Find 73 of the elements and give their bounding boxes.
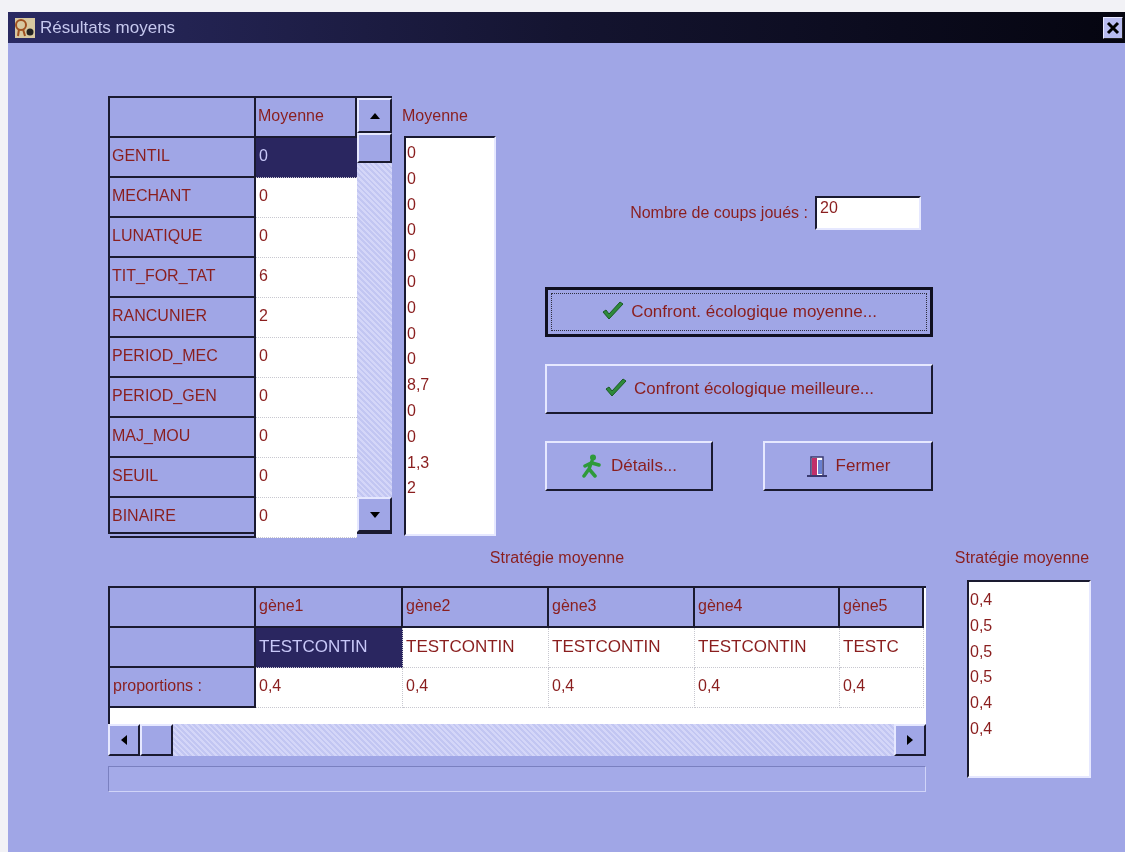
scroll-right-button[interactable]: [894, 724, 926, 756]
list-item: 0: [407, 323, 417, 344]
list-item: 0,5: [970, 641, 994, 662]
section-label: Stratégie moyenne: [488, 548, 626, 568]
table-cell[interactable]: 0,4: [403, 668, 549, 708]
triangle-right-icon: [905, 734, 915, 746]
close-icon: [1106, 20, 1120, 35]
triangle-down-icon: [368, 509, 381, 520]
table-cell[interactable]: 0: [256, 138, 357, 178]
table-cell[interactable]: 0: [256, 458, 357, 498]
table-cell[interactable]: 0,4: [256, 668, 403, 708]
horizontal-scrollbar[interactable]: [108, 724, 926, 756]
table-cell[interactable]: 0,4: [840, 668, 924, 708]
list-label: Moyenne: [402, 106, 468, 126]
scroll-thumb[interactable]: [140, 724, 173, 756]
table-cell[interactable]: 0: [256, 418, 357, 458]
column-header: gène5: [840, 588, 924, 628]
list-item: 0: [407, 194, 417, 215]
row-header: proportions :: [110, 668, 256, 708]
value-list[interactable]: 0 0 0 0 0 0 0 0 0 8,7 0 0 1,3 2: [404, 136, 496, 536]
table-cell[interactable]: TESTC: [840, 628, 924, 668]
column-header: gène1: [256, 588, 403, 628]
table-cell[interactable]: 6: [256, 258, 357, 298]
list-item: 0,4: [970, 590, 994, 610]
list-item: 0,4: [970, 693, 994, 714]
table-cell[interactable]: TESTCONTIN: [549, 628, 695, 668]
table-cell[interactable]: 0: [256, 378, 357, 418]
action-button[interactable]: Confront écologique meilleure...: [545, 364, 933, 414]
value-list[interactable]: 0,4 0,5 0,5 0,5 0,4 0,4: [967, 580, 1091, 778]
list-item: 0: [407, 168, 417, 189]
action-button[interactable]: Confront. écologique moyenne...: [545, 287, 933, 337]
column-header: gène2: [403, 588, 549, 628]
list-item: 8,7: [407, 375, 431, 396]
list-item: 0: [407, 426, 417, 447]
field-label: Nombre de coups joués :: [630, 204, 808, 222]
column-header: gène4: [695, 588, 840, 628]
list-item: 0: [407, 349, 417, 370]
table-cell[interactable]: 0,4: [549, 668, 695, 708]
table-cell[interactable]: 2: [256, 298, 357, 338]
scroll-left-button[interactable]: [108, 724, 140, 756]
list-item: 0,5: [970, 615, 994, 636]
list-label: Stratégie moyenne: [954, 548, 1090, 568]
table-cell[interactable]: 0,4: [695, 668, 840, 708]
list-item: 0: [407, 246, 417, 267]
action-button[interactable]: Fermer: [763, 441, 933, 491]
vertical-scrollbar[interactable]: [357, 98, 392, 532]
scroll-thumb[interactable]: [357, 133, 392, 163]
list-item: 2: [407, 478, 417, 499]
window-title: Résultats moyens: [40, 17, 177, 38]
column-header: gène3: [549, 588, 695, 628]
list-item: 0: [407, 297, 417, 318]
table-cell[interactable]: 0: [256, 498, 357, 538]
table-cell[interactable]: TESTCONTIN: [256, 628, 403, 668]
table-cell[interactable]: 0: [256, 178, 357, 218]
table-cell[interactable]: TESTCONTIN: [695, 628, 840, 668]
action-button[interactable]: Détails...: [545, 441, 713, 491]
table-cell[interactable]: 0: [256, 218, 357, 258]
close-button[interactable]: [1103, 16, 1123, 39]
door-icon: [805, 454, 830, 478]
scroll-up-button[interactable]: [357, 98, 392, 133]
app-icon: [14, 16, 36, 39]
list-item: 0: [407, 400, 417, 421]
input-field[interactable]: 20: [815, 196, 921, 230]
triangle-left-icon: [119, 734, 129, 746]
table-cell[interactable]: TESTCONTIN: [403, 628, 549, 668]
scroll-down-button[interactable]: [357, 497, 392, 532]
table-cell[interactable]: 0: [256, 338, 357, 378]
list-item: 0,5: [970, 667, 994, 688]
list-item: 0: [407, 143, 417, 163]
list-item: 1,3: [407, 452, 431, 473]
list-item: 0,4: [970, 719, 994, 739]
list-item: 0: [407, 272, 417, 292]
list-item: 0: [407, 220, 417, 241]
